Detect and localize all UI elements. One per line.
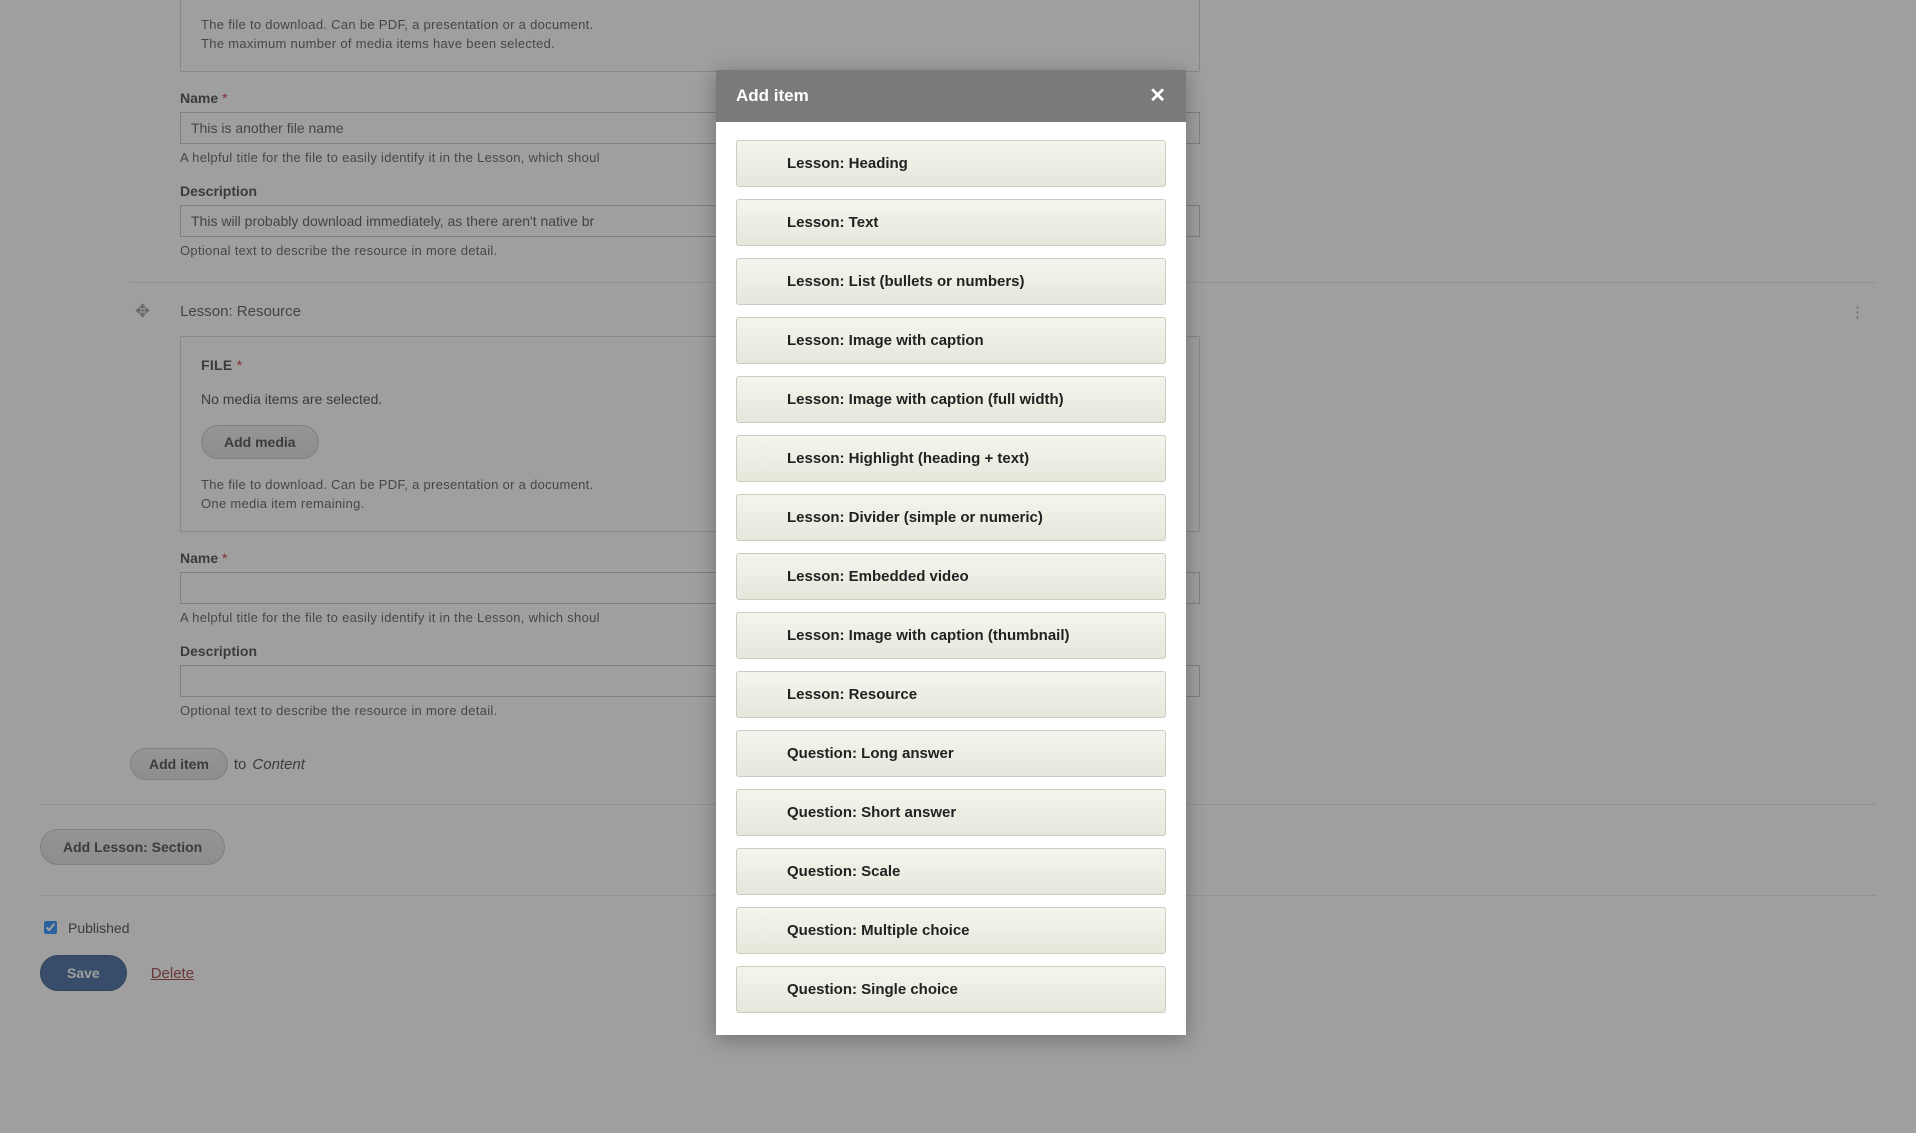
option-lesson-highlight[interactable]: Lesson: Highlight (heading + text) xyxy=(736,435,1166,482)
option-question-multiple-choice[interactable]: Question: Multiple choice xyxy=(736,907,1166,954)
close-icon[interactable]: ✕ xyxy=(1149,86,1166,106)
modal-title: Add item xyxy=(736,86,809,106)
option-lesson-heading[interactable]: Lesson: Heading xyxy=(736,140,1166,187)
option-question-short-answer[interactable]: Question: Short answer xyxy=(736,789,1166,836)
option-question-long-answer[interactable]: Question: Long answer xyxy=(736,730,1166,777)
modal-body: Lesson: Heading Lesson: Text Lesson: Lis… xyxy=(716,122,1186,1035)
option-lesson-list[interactable]: Lesson: List (bullets or numbers) xyxy=(736,258,1166,305)
option-lesson-text[interactable]: Lesson: Text xyxy=(736,199,1166,246)
option-lesson-image-caption[interactable]: Lesson: Image with caption xyxy=(736,317,1166,364)
option-lesson-image-caption-full[interactable]: Lesson: Image with caption (full width) xyxy=(736,376,1166,423)
option-lesson-embedded-video[interactable]: Lesson: Embedded video xyxy=(736,553,1166,600)
option-lesson-image-caption-thumb[interactable]: Lesson: Image with caption (thumbnail) xyxy=(736,612,1166,659)
option-question-scale[interactable]: Question: Scale xyxy=(736,848,1166,895)
option-lesson-resource[interactable]: Lesson: Resource xyxy=(736,671,1166,718)
modal-header: Add item ✕ xyxy=(716,70,1186,122)
option-question-single-choice[interactable]: Question: Single choice xyxy=(736,966,1166,1013)
add-item-modal: Add item ✕ Lesson: Heading Lesson: Text … xyxy=(716,70,1186,1035)
option-lesson-divider[interactable]: Lesson: Divider (simple or numeric) xyxy=(736,494,1166,541)
